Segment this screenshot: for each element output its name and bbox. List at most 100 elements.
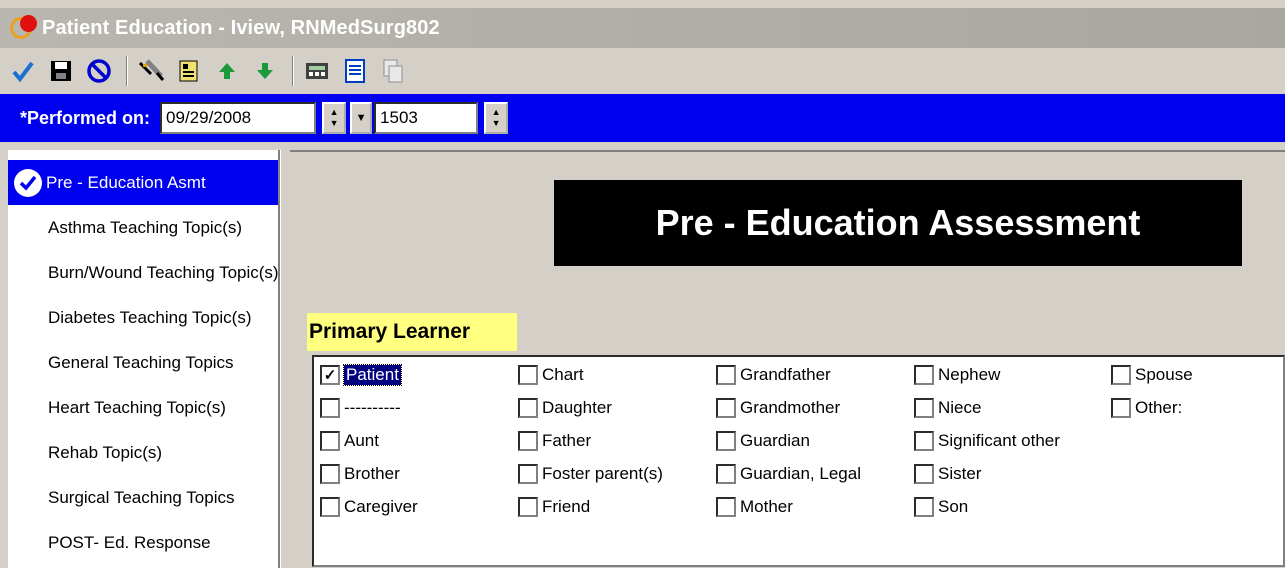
option-nephew[interactable]: Nephew — [914, 365, 1000, 385]
option-friend[interactable]: Friend — [518, 497, 590, 517]
nav-item-label: POST- Ed. Response — [48, 532, 211, 552]
app-logo-icon — [10, 13, 40, 43]
date-field[interactable]: 09/29/2008 — [160, 102, 317, 134]
nav-item-general[interactable]: General Teaching Topics — [8, 340, 278, 385]
pane-splitter[interactable] — [280, 150, 290, 568]
checkbox[interactable] — [716, 365, 736, 385]
form-pane: Pre - Education Assessment Primary Learn… — [290, 150, 1285, 568]
option-niece[interactable]: Niece — [914, 398, 981, 418]
calendar-dropdown-button[interactable]: ▼ — [350, 102, 373, 134]
option-label: Aunt — [344, 431, 379, 450]
option-label: Guardian, Legal — [740, 464, 861, 483]
option-father[interactable]: Father — [518, 431, 591, 451]
option-label: Significant other — [938, 431, 1060, 450]
time-field[interactable]: 1503 — [374, 102, 479, 134]
option-other[interactable]: Other: — [1111, 398, 1182, 418]
option-label: Nephew — [938, 365, 1001, 384]
option-spouse[interactable]: Spouse — [1111, 365, 1193, 385]
option-sister[interactable]: Sister — [914, 464, 981, 484]
option-label: Patient — [343, 364, 402, 386]
nav-item-label: Pre - Education Asmt — [46, 172, 206, 192]
option-son[interactable]: Son — [914, 497, 968, 517]
nav-item-burn-wound[interactable]: Burn/Wound Teaching Topic(s) — [8, 250, 278, 295]
option-label: Spouse — [1135, 365, 1193, 384]
option-daughter[interactable]: Daughter — [518, 398, 612, 418]
nav-item-label: Surgical Teaching Topics — [48, 487, 235, 507]
option-significant-other[interactable]: Significant other — [914, 431, 1060, 451]
checkbox[interactable] — [518, 464, 538, 484]
option-chart[interactable]: Chart — [518, 365, 584, 385]
checkbox[interactable] — [320, 431, 340, 451]
checkbox[interactable] — [716, 431, 736, 451]
option-grandmother[interactable]: Grandmother — [716, 398, 840, 418]
option-aunt[interactable]: Aunt — [320, 431, 379, 451]
completed-check-icon — [14, 168, 42, 197]
toolbar-separator — [126, 56, 128, 86]
option-label: Guardian — [740, 431, 810, 450]
document-icon[interactable] — [340, 56, 370, 86]
section-banner: Pre - Education Assessment — [554, 180, 1242, 266]
checkbox[interactable] — [716, 398, 736, 418]
option-label: Grandfather — [740, 365, 831, 384]
window-title: Patient Education - Iview, RNMedSurg802 — [42, 16, 440, 39]
option-blank[interactable]: ---------- — [320, 398, 401, 418]
option-caregiver[interactable]: Caregiver — [320, 497, 418, 517]
nav-item-label: Burn/Wound Teaching Topic(s) — [48, 262, 278, 282]
option-grandfather[interactable]: Grandfather — [716, 365, 831, 385]
primary-learner-label: Primary Learner — [307, 313, 517, 351]
up-arrow-icon[interactable] — [212, 56, 242, 86]
checkbox[interactable] — [518, 398, 538, 418]
checkbox[interactable] — [320, 497, 340, 517]
cancel-icon[interactable] — [84, 56, 114, 86]
nav-item-pre-education-asmt[interactable]: Pre - Education Asmt — [8, 160, 278, 205]
option-label: Caregiver — [344, 497, 418, 516]
option-patient[interactable]: ✓ Patient — [320, 364, 402, 386]
checkbox[interactable] — [1111, 365, 1131, 385]
nav-item-diabetes[interactable]: Diabetes Teaching Topic(s) — [8, 295, 278, 340]
nav-item-label: Rehab Topic(s) — [48, 442, 163, 462]
nav-item-rehab[interactable]: Rehab Topic(s) — [8, 430, 278, 475]
calculator-icon[interactable] — [302, 56, 332, 86]
checkbox[interactable] — [914, 365, 934, 385]
option-brother[interactable]: Brother — [320, 464, 400, 484]
copy-icon[interactable] — [378, 56, 408, 86]
nav-item-surgical[interactable]: Surgical Teaching Topics — [8, 475, 278, 520]
checkbox[interactable] — [518, 497, 538, 517]
checkbox[interactable] — [716, 497, 736, 517]
checkbox-checked[interactable]: ✓ — [320, 365, 340, 385]
nav-item-label: General Teaching Topics — [48, 352, 234, 372]
option-label: Brother — [344, 464, 400, 483]
option-label: Chart — [542, 365, 584, 384]
checkbox[interactable] — [320, 464, 340, 484]
option-mother[interactable]: Mother — [716, 497, 793, 517]
nav-item-asthma[interactable]: Asthma Teaching Topic(s) — [8, 205, 278, 250]
option-label: Daughter — [542, 398, 612, 417]
checkbox[interactable] — [914, 398, 934, 418]
checkbox[interactable] — [320, 398, 340, 418]
checkbox[interactable] — [914, 464, 934, 484]
option-label: Mother — [740, 497, 793, 516]
option-foster-parents[interactable]: Foster parent(s) — [518, 464, 663, 484]
checkbox[interactable] — [716, 464, 736, 484]
reference-icon[interactable] — [174, 56, 204, 86]
option-label: Sister — [938, 464, 982, 483]
checkbox[interactable] — [914, 431, 934, 451]
performed-on-bar: *Performed on: 09/29/2008 ▲ ▼ ▼ 1503 ▲ ▼ — [0, 94, 1285, 142]
checkbox[interactable] — [1111, 398, 1131, 418]
nav-item-label: Diabetes Teaching Topic(s) — [48, 307, 252, 327]
checkbox[interactable] — [518, 365, 538, 385]
nav-item-heart[interactable]: Heart Teaching Topic(s) — [8, 385, 278, 430]
sign-icon[interactable] — [8, 56, 38, 86]
date-spinner[interactable]: ▲ ▼ — [322, 102, 347, 134]
option-label: ---------- — [344, 398, 401, 417]
chart-icon[interactable] — [136, 56, 166, 86]
option-guardian-legal[interactable]: Guardian, Legal — [716, 464, 861, 484]
checkbox[interactable] — [914, 497, 934, 517]
time-spinner[interactable]: ▲ ▼ — [484, 102, 509, 134]
option-label: Other: — [1135, 398, 1183, 417]
down-arrow-icon[interactable] — [250, 56, 280, 86]
nav-item-post-ed-response[interactable]: POST- Ed. Response — [8, 520, 278, 565]
checkbox[interactable] — [518, 431, 538, 451]
option-guardian[interactable]: Guardian — [716, 431, 810, 451]
save-icon[interactable] — [46, 56, 76, 86]
